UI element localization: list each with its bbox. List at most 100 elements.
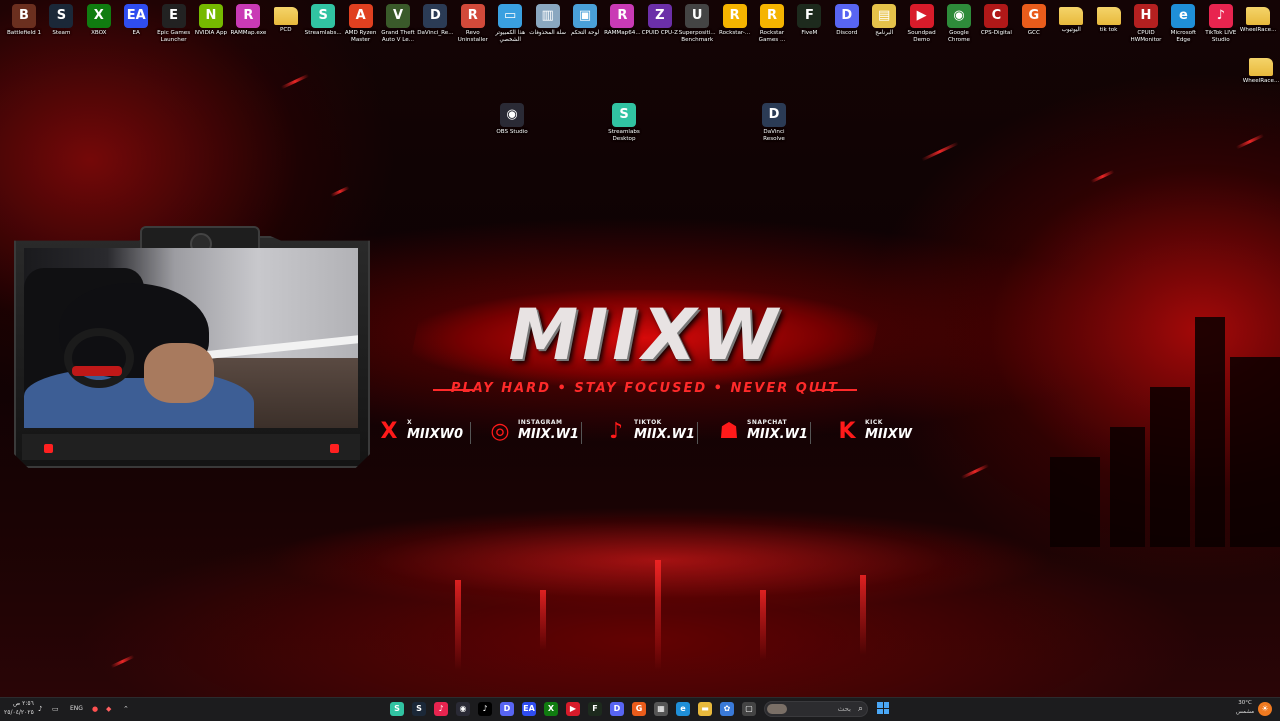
- desktop-icon[interactable]: ♪ TikTok LIVE Studio: [1202, 4, 1240, 44]
- ea-icon[interactable]: EA: [522, 702, 536, 716]
- start-button[interactable]: [877, 702, 889, 714]
- folder-icon: [1249, 58, 1273, 76]
- desktop-icon[interactable]: ▤ البرنامج: [865, 4, 903, 37]
- desktop-icon-label: PCD: [280, 27, 292, 33]
- obs-icon[interactable]: ◉: [456, 702, 470, 716]
- steam-icon[interactable]: S: [412, 702, 426, 716]
- desktop-icon[interactable]: D Discord: [828, 4, 866, 37]
- social-network: INSTAGRAM: [518, 419, 563, 426]
- social-handle: MIIX.W1: [634, 427, 695, 442]
- desktop-icon[interactable]: e Microsoft Edge: [1164, 4, 1202, 44]
- steam-icon: S: [49, 4, 74, 28]
- soundpad-icon[interactable]: ▶: [566, 702, 580, 716]
- search-box[interactable]: بحث ⌕: [764, 701, 868, 717]
- clock-time: ٢:٥٦ ص: [12, 700, 34, 707]
- desktop-icon[interactable]: X XBOX: [80, 4, 118, 37]
- desktop-icon[interactable]: R Rockstar-...: [716, 4, 754, 37]
- epic-games-icon: E: [161, 4, 186, 28]
- nvidia-icon: N: [199, 4, 223, 28]
- desktop-icon-label: سلة المحذوفات: [529, 30, 566, 36]
- tiktok-live-icon[interactable]: ♪: [434, 702, 448, 716]
- desktop-icon[interactable]: S Streamlabs Desktop: [605, 103, 643, 143]
- gcc-icon[interactable]: G: [632, 702, 646, 716]
- desktop-icon[interactable]: WheelRace...: [1242, 55, 1280, 85]
- desktop-icon[interactable]: C CPS-Digital: [977, 4, 1015, 37]
- desktop-icon[interactable]: Z CPUID CPU-Z: [641, 4, 679, 37]
- calculator-icon[interactable]: ▦: [654, 702, 668, 716]
- desktop-icon[interactable]: ▶ Soundpad Demo: [903, 4, 941, 44]
- edge-icon[interactable]: e: [676, 702, 690, 716]
- desktop-icon[interactable]: ▥ سلة المحذوفات: [529, 4, 567, 37]
- social-network: KICK: [865, 419, 883, 426]
- ea-icon: EA: [124, 4, 149, 28]
- social-link-tiktok: ♪ TIKTOK MIIX.W1: [604, 418, 704, 448]
- desktop-icon[interactable]: B Battlefield 1: [5, 4, 43, 37]
- desktop-icon[interactable]: A AMD Ryzen Master: [342, 4, 380, 44]
- desktop-icon[interactable]: U Superpositi... Benchmark: [678, 4, 716, 44]
- desktop-icon[interactable]: R Revo Uninstaller: [454, 4, 492, 44]
- desktop-icon[interactable]: EA EA: [117, 4, 155, 37]
- xbox-icon[interactable]: X: [544, 702, 558, 716]
- desktop-icon[interactable]: اليوتيوب: [1052, 4, 1090, 34]
- desktop-icon[interactable]: N NVIDIA App: [192, 4, 230, 37]
- discord-icon[interactable]: D: [500, 702, 514, 716]
- desktop-icon[interactable]: V Grand Theft Auto V Le...: [379, 4, 417, 44]
- desktop-icon[interactable]: H CPUID HWMonitor: [1127, 4, 1165, 44]
- clock[interactable]: ٢:٥٦ ص ٢٥/٠٤/٢٠٢٥: [4, 699, 34, 717]
- desktop-icon[interactable]: ◉ Google Chrome: [940, 4, 978, 44]
- discord-icon[interactable]: D: [610, 702, 624, 716]
- desktop-icon-label: CPS-Digital: [980, 30, 1012, 36]
- desktop-icon-label: هذا الكمبيوتر الشخصي: [495, 30, 526, 43]
- davinci-icon: D: [762, 103, 786, 127]
- desktop-icon[interactable]: S Steam: [42, 4, 80, 37]
- red-accent-icon: [44, 444, 53, 453]
- desktop-icon[interactable]: S Streamlabs...: [304, 4, 342, 37]
- streamlabs-icon: S: [612, 103, 636, 127]
- task-view-icon[interactable]: ▢: [742, 702, 756, 716]
- desktop-icon[interactable]: D DaVinci_Re...: [416, 4, 454, 37]
- taskbar: ٢:٥٦ ص ٢٥/٠٤/٢٠٢٥ ♪ ▭ ENG ● ◆ ⌃ S S ♪ ◉ ♪ D EA…: [0, 697, 1280, 721]
- photos-icon[interactable]: ✿: [720, 702, 734, 716]
- gcc-icon: G: [1021, 4, 1046, 28]
- desktop-icon[interactable]: R Rockstar Games ...: [753, 4, 791, 44]
- weather-widget[interactable]: 30°C مشمس: [1236, 699, 1254, 717]
- desktop-icon[interactable]: G GCC: [1015, 4, 1053, 37]
- instagram-icon: ◎: [490, 419, 510, 444]
- recycle-bin-icon: ▥: [535, 4, 560, 28]
- desktop-icon[interactable]: tik tok: [1090, 4, 1128, 34]
- network-icon[interactable]: ▭: [52, 702, 59, 716]
- desktop-icon-label: NVIDIA App: [194, 30, 228, 36]
- desktop-icon[interactable]: PCD: [267, 4, 305, 34]
- chevron-up-icon[interactable]: ⌃: [123, 702, 129, 716]
- desktop-icon[interactable]: ▣ لوحة التحكم: [566, 4, 604, 37]
- desktop-icon[interactable]: D DaVinci Resolve: [755, 103, 793, 143]
- desktop-icon-label: Soundpad Demo: [907, 30, 936, 43]
- desktop-icon-label: CPUID HWMonitor: [1130, 30, 1162, 43]
- social-link-x: X X MIIXW0: [377, 418, 477, 448]
- webcam-feed: [24, 248, 358, 428]
- desktop-icon[interactable]: ◉ OBS Studio: [493, 103, 531, 136]
- language-indicator[interactable]: ENG: [70, 702, 83, 716]
- microphone-icon[interactable]: ●: [92, 702, 98, 716]
- desktop-icon[interactable]: WheelRace...: [1239, 4, 1277, 34]
- desktop-icon-label: Superpositi... Benchmark: [678, 30, 716, 43]
- desktop-icon[interactable]: R RAMMap64...: [603, 4, 641, 37]
- desktop-icon[interactable]: F FiveM: [790, 4, 828, 37]
- social-handle: MIIX.W1: [518, 427, 579, 442]
- desktop-icon[interactable]: R RAMMap.exe: [229, 4, 267, 37]
- desktop-icon-label: RAMMap64...: [604, 30, 641, 36]
- desktop-icon-label: Streamlabs Desktop: [608, 129, 640, 142]
- desktop-icon[interactable]: ▭ هذا الكمبيوتر الشخصي: [491, 4, 529, 44]
- amd-ryzen-icon: A: [348, 4, 373, 28]
- fivem-icon[interactable]: F: [588, 702, 602, 716]
- streamlabs-icon[interactable]: S: [390, 702, 404, 716]
- volume-icon[interactable]: ♪: [38, 702, 42, 716]
- tray-app-icon[interactable]: ◆: [106, 702, 111, 716]
- streamer-banner: MIIXW PLAY HARD • STAY FOCUSED • NEVER Q…: [375, 278, 915, 448]
- tiktok-icon[interactable]: ♪: [478, 702, 492, 716]
- desktop-icon-label: Grand Theft Auto V Le...: [381, 30, 415, 43]
- superposition-icon: U: [685, 4, 710, 28]
- weather-desc: مشمس: [1236, 709, 1255, 715]
- desktop-icon[interactable]: E Epic Games Launcher: [155, 4, 193, 44]
- file-explorer-icon[interactable]: ▬: [698, 702, 712, 716]
